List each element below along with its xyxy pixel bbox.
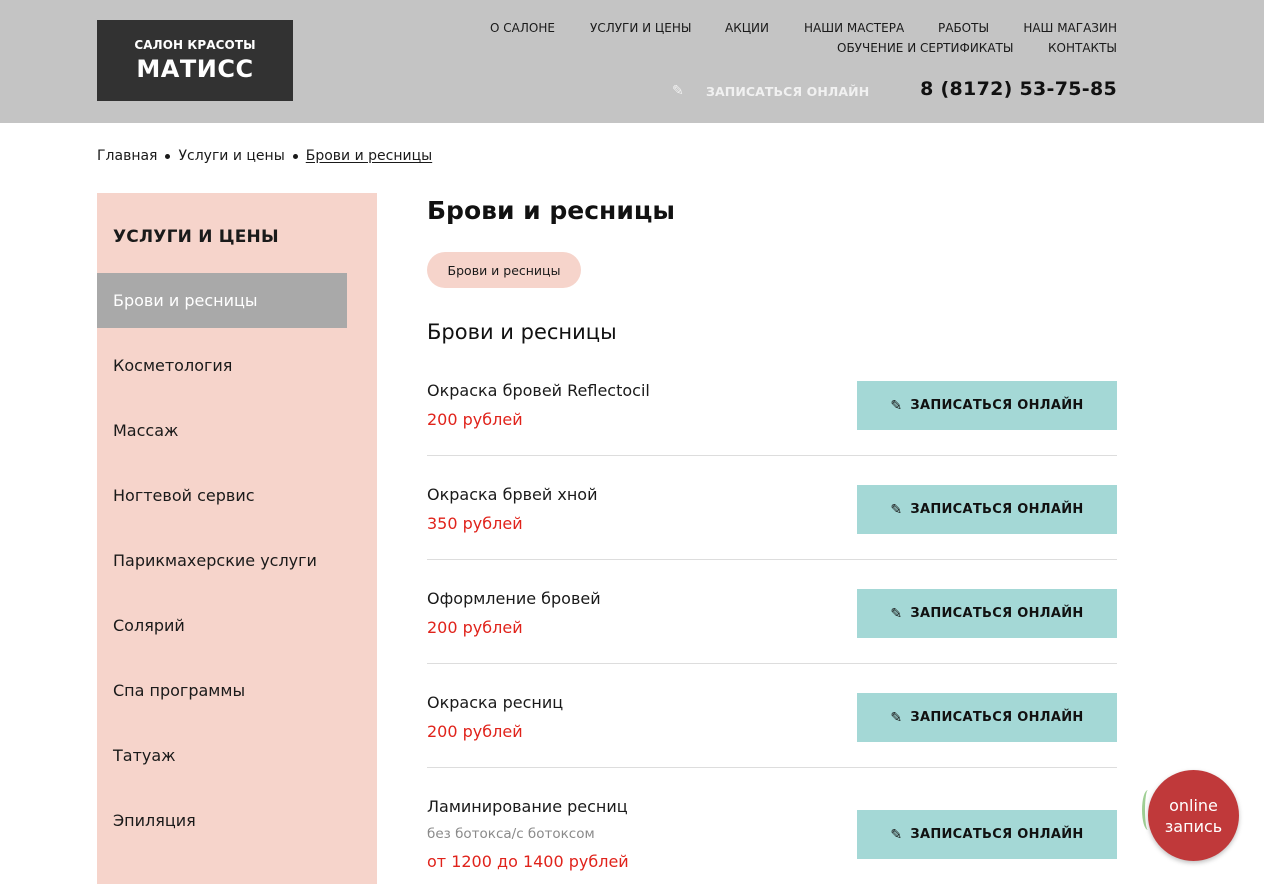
- pencil-icon: ✎: [890, 709, 903, 726]
- service-price: 350 рублей: [427, 514, 523, 533]
- pencil-icon: ✎: [890, 397, 903, 414]
- pencil-icon: ✎: [672, 83, 684, 99]
- service-price: 200 рублей: [427, 410, 523, 429]
- service-note: без ботокса/с ботоксом: [427, 826, 595, 842]
- breadcrumb-services[interactable]: Услуги и цены: [178, 148, 284, 164]
- service-price: от 1200 до 1400 рублей: [427, 852, 629, 871]
- breadcrumb-separator: [165, 153, 171, 159]
- nav-shop[interactable]: НАШ МАГАЗИН: [1023, 21, 1117, 35]
- header-book-online-button[interactable]: ✎ ЗАПИСАТЬСЯ ОНЛАЙН: [672, 82, 869, 100]
- book-online-label: ЗАПИСАТЬСЯ ОНЛАЙН: [910, 710, 1084, 725]
- pencil-icon: ✎: [890, 605, 903, 622]
- pencil-icon: ✎: [890, 501, 903, 518]
- sidebar-item-tattoo[interactable]: Татуаж: [97, 728, 347, 783]
- service-price: 200 рублей: [427, 722, 523, 741]
- nav-masters[interactable]: НАШИ МАСТЕРА: [804, 21, 904, 35]
- nav-about[interactable]: О САЛОНЕ: [490, 21, 555, 35]
- divider: [427, 559, 1117, 560]
- pencil-icon: ✎: [890, 826, 903, 843]
- sidebar-item-cosmetology[interactable]: Косметология: [97, 338, 347, 393]
- book-online-button[interactable]: ✎ ЗАПИСАТЬСЯ ОНЛАЙН: [857, 485, 1117, 534]
- sidebar-title: УСЛУГИ И ЦЕНЫ: [113, 227, 279, 247]
- divider: [427, 455, 1117, 456]
- section-title: Брови и ресницы: [427, 320, 617, 344]
- book-online-label: ЗАПИСАТЬСЯ ОНЛАЙН: [910, 606, 1084, 621]
- divider: [427, 663, 1117, 664]
- book-online-label: ЗАПИСАТЬСЯ ОНЛАЙН: [910, 827, 1084, 842]
- logo-title: МАТИСС: [136, 55, 254, 83]
- book-online-label: ЗАПИСАТЬСЯ ОНЛАЙН: [910, 398, 1084, 413]
- page-title: Брови и ресницы: [427, 196, 675, 225]
- breadcrumb-current[interactable]: Брови и ресницы: [306, 148, 432, 164]
- nav-training[interactable]: ОБУЧЕНИЕ И СЕРТИФИКАТЫ: [837, 41, 1013, 55]
- sidebar-item-spa[interactable]: Спа программы: [97, 663, 347, 718]
- nav-contacts[interactable]: КОНТАКТЫ: [1048, 41, 1117, 55]
- sidebar-item-massage[interactable]: Массаж: [97, 403, 347, 458]
- nav-works[interactable]: РАБОТЫ: [938, 21, 989, 35]
- phone-number[interactable]: 8 (8172) 53-75-85: [920, 78, 1117, 100]
- breadcrumb-home[interactable]: Главная: [97, 148, 157, 164]
- book-online-button[interactable]: ✎ ЗАПИСАТЬСЯ ОНЛАЙН: [857, 589, 1117, 638]
- header-book-label: ЗАПИСАТЬСЯ ОНЛАЙН: [706, 83, 870, 99]
- book-online-button[interactable]: ✎ ЗАПИСАТЬСЯ ОНЛАЙН: [857, 381, 1117, 430]
- sidebar-item-nails[interactable]: Ногтевой сервис: [97, 468, 347, 523]
- sidebar-item-hair[interactable]: Парикмахерские услуги: [97, 533, 347, 588]
- sidebar: УСЛУГИ И ЦЕНЫ Брови и ресницы Косметолог…: [97, 193, 377, 884]
- site-header: САЛОН КРАСОТЫ МАТИСС О САЛОНЕ УСЛУГИ И Ц…: [0, 0, 1264, 123]
- book-online-button[interactable]: ✎ ЗАПИСАТЬСЯ ОНЛАЙН: [857, 693, 1117, 742]
- divider: [427, 767, 1117, 768]
- service-name: Окраска брвей хной: [427, 485, 598, 504]
- online-booking-widget[interactable]: online запись: [1148, 770, 1239, 861]
- logo-subtitle: САЛОН КРАСОТЫ: [134, 38, 256, 52]
- service-name: Ламинирование ресниц: [427, 797, 628, 816]
- nav-promotions[interactable]: АКЦИИ: [725, 21, 769, 35]
- breadcrumb: Главная Услуги и цены Брови и ресницы: [97, 148, 432, 164]
- book-online-button[interactable]: ✎ ЗАПИСАТЬСЯ ОНЛАЙН: [857, 810, 1117, 859]
- service-name: Оформление бровей: [427, 589, 601, 608]
- book-online-label: ЗАПИСАТЬСЯ ОНЛАЙН: [910, 502, 1084, 517]
- logo[interactable]: САЛОН КРАСОТЫ МАТИСС: [97, 20, 293, 101]
- service-name: Окраска ресниц: [427, 693, 564, 712]
- sidebar-item-solarium[interactable]: Солярий: [97, 598, 347, 653]
- service-price: 200 рублей: [427, 618, 523, 637]
- category-chip[interactable]: Брови и ресницы: [427, 252, 581, 288]
- sidebar-item-brows[interactable]: Брови и ресницы: [97, 273, 347, 328]
- widget-line1: online: [1169, 795, 1218, 815]
- widget-line2: запись: [1164, 816, 1223, 836]
- service-name: Окраска бровей Reflectocil: [427, 381, 650, 400]
- breadcrumb-separator: [292, 153, 298, 159]
- nav-services[interactable]: УСЛУГИ И ЦЕНЫ: [590, 21, 691, 35]
- sidebar-item-epilation[interactable]: Эпиляция: [97, 793, 347, 848]
